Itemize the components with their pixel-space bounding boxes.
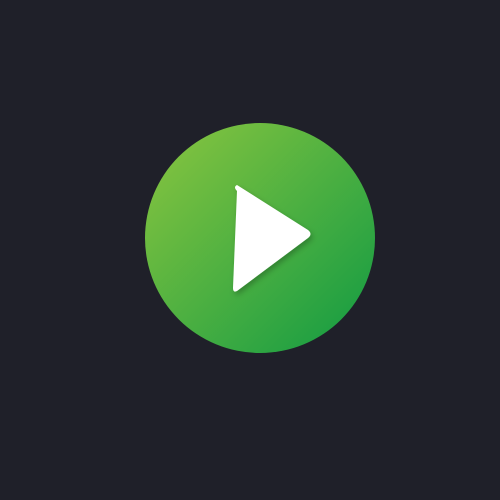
- player-stage: [0, 0, 500, 500]
- play-button[interactable]: [145, 123, 375, 353]
- play-button-graphic: [145, 123, 375, 353]
